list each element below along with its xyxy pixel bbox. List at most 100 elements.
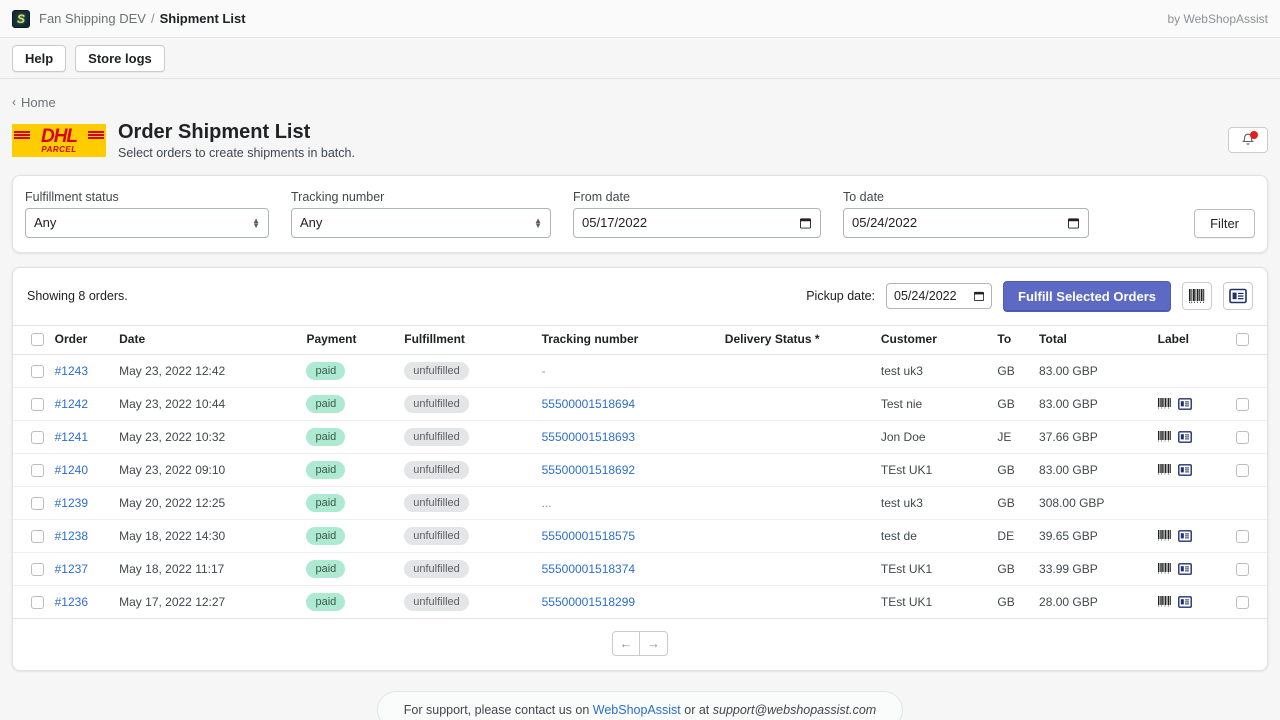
col-date[interactable]: Date [119, 324, 307, 355]
label-icons[interactable] [1157, 397, 1236, 410]
col-to[interactable]: To [997, 324, 1040, 355]
row-checkbox[interactable] [31, 529, 44, 543]
row-select-right-checkbox[interactable] [1235, 529, 1249, 543]
row-select-right-checkbox[interactable] [1235, 397, 1249, 411]
order-link[interactable]: #1236 [55, 595, 88, 609]
row-select-right-checkbox[interactable] [1235, 595, 1249, 609]
cell-delivery-status [724, 354, 881, 388]
help-button[interactable]: Help [12, 44, 67, 72]
cell-fulfillment: unfulfilled [404, 453, 542, 487]
label-icons[interactable] [1157, 595, 1236, 608]
tracking-number-value[interactable]: 55500001518694 [542, 397, 635, 411]
order-link[interactable]: #1242 [55, 397, 88, 411]
payment-badge: paid [306, 427, 346, 446]
label-icons[interactable] [1157, 562, 1236, 575]
order-link[interactable]: #1243 [55, 364, 88, 378]
cell-customer: Jon Doe [880, 420, 998, 454]
row-select-right-checkbox[interactable] [1235, 562, 1249, 576]
col-total[interactable]: Total [1039, 324, 1158, 355]
row-select-right-checkbox[interactable] [1235, 463, 1249, 477]
pickup-date-input[interactable]: 05/24/2022 [886, 283, 992, 309]
fulfillment-status-select[interactable]: Any ▲ ▼ [25, 207, 269, 238]
support-email: support@webshopassist.com [712, 702, 877, 717]
cell-to: GB [997, 387, 1040, 421]
calendar-icon [800, 217, 811, 228]
webshopassist-link[interactable]: WebShopAssist [593, 703, 681, 717]
cell-total: 83.00 GBP [1039, 354, 1158, 388]
col-fulfillment[interactable]: Fulfillment [404, 324, 542, 355]
notifications-button[interactable] [1228, 127, 1268, 153]
order-link[interactable]: #1240 [55, 463, 88, 477]
table-row[interactable]: #1242 May 23, 2022 10:44 paid unfulfille… [13, 387, 1267, 421]
cell-label [1157, 354, 1236, 388]
table-row[interactable]: #1237 May 18, 2022 11:17 paid unfulfille… [13, 552, 1267, 586]
row-checkbox[interactable] [31, 463, 44, 477]
row-checkbox[interactable] [31, 430, 44, 444]
cell-date: May 18, 2022 14:30 [119, 519, 307, 553]
order-link[interactable]: #1241 [55, 430, 88, 444]
col-delivery-status[interactable]: Delivery Status * [724, 324, 881, 355]
cell-fulfillment: unfulfilled [404, 387, 542, 421]
dhl-logo-text: DHL [40, 126, 78, 147]
cell-tracking: - [541, 354, 725, 388]
packing-slip-icon [1177, 595, 1192, 608]
pagination-next-button[interactable]: → [640, 630, 668, 656]
cell-date: May 18, 2022 11:17 [119, 552, 307, 586]
row-checkbox[interactable] [31, 496, 44, 510]
tracking-number-value[interactable]: 55500001518374 [542, 562, 635, 576]
col-order[interactable]: Order [54, 324, 120, 355]
breadcrumb-app[interactable]: Fan Shipping DEV [39, 11, 146, 26]
tracking-number-value[interactable]: 55500001518575 [542, 529, 635, 543]
cell-order: #1241 [54, 420, 120, 454]
table-row[interactable]: #1236 May 17, 2022 12:27 paid unfulfille… [13, 585, 1267, 619]
table-row[interactable]: #1240 May 23, 2022 09:10 paid unfulfille… [13, 453, 1267, 487]
order-link[interactable]: #1237 [55, 562, 88, 576]
print-barcodes-button[interactable] [1182, 282, 1212, 310]
fulfillment-badge: unfulfilled [404, 526, 469, 545]
tracking-number-value[interactable]: 55500001518692 [542, 463, 635, 477]
label-icons[interactable] [1157, 463, 1236, 476]
table-row[interactable]: #1241 May 23, 2022 10:32 paid unfulfille… [13, 420, 1267, 454]
cell-customer: TEst UK1 [880, 585, 998, 619]
packing-slip-icon [1177, 529, 1192, 542]
table-row[interactable]: #1238 May 18, 2022 14:30 paid unfulfille… [13, 519, 1267, 553]
row-select-cell [13, 486, 55, 520]
from-date-input[interactable]: 05/17/2022 [573, 207, 821, 238]
table-row[interactable]: #1243 May 23, 2022 12:42 paid unfulfille… [13, 354, 1267, 388]
col-label[interactable]: Label [1157, 324, 1236, 355]
label-icons[interactable] [1157, 430, 1236, 443]
list-toolbar-actions: Pickup date: 05/24/2022 Fulfill Selected… [806, 280, 1253, 312]
cell-payment: paid [306, 387, 405, 421]
row-checkbox[interactable] [31, 562, 44, 576]
tracking-number-value[interactable]: 55500001518299 [542, 595, 635, 609]
orders-table-head: Order Date Payment Fulfillment Tracking … [13, 324, 1267, 355]
col-customer[interactable]: Customer [880, 324, 998, 355]
select-all-checkbox[interactable] [31, 332, 44, 346]
store-logs-button[interactable]: Store logs [75, 44, 165, 72]
print-packing-slips-button[interactable] [1223, 282, 1253, 310]
order-link[interactable]: #1238 [55, 529, 88, 543]
order-link[interactable]: #1239 [55, 496, 88, 510]
select-all-right-checkbox[interactable] [1235, 332, 1249, 346]
row-checkbox[interactable] [31, 364, 44, 378]
pagination-prev-button[interactable]: ← [612, 630, 640, 656]
tracking-number-field: Tracking number Any ▲ ▼ [291, 190, 551, 238]
cell-payment: paid [306, 552, 405, 586]
tracking-number-value[interactable]: 55500001518693 [542, 430, 635, 444]
to-date-input[interactable]: 05/24/2022 [843, 207, 1089, 238]
row-checkbox[interactable] [31, 397, 44, 411]
tracking-number-select[interactable]: Any ▲ ▼ [291, 207, 551, 238]
filter-button[interactable]: Filter [1194, 208, 1255, 238]
table-row[interactable]: #1239 May 20, 2022 12:25 paid unfulfille… [13, 486, 1267, 520]
cell-label [1157, 585, 1236, 619]
row-checkbox[interactable] [31, 595, 44, 609]
col-tracking-number[interactable]: Tracking number [541, 324, 725, 355]
row-select-right-checkbox[interactable] [1235, 430, 1249, 444]
row-select-cell [13, 354, 55, 388]
col-payment[interactable]: Payment [306, 324, 405, 355]
tracking-number-value: Any [300, 215, 323, 230]
label-icons[interactable] [1157, 529, 1236, 542]
fulfill-selected-orders-button[interactable]: Fulfill Selected Orders [1003, 280, 1171, 312]
app-favicon: S [12, 9, 30, 28]
back-to-home-link[interactable]: ‹ Home [12, 95, 56, 110]
